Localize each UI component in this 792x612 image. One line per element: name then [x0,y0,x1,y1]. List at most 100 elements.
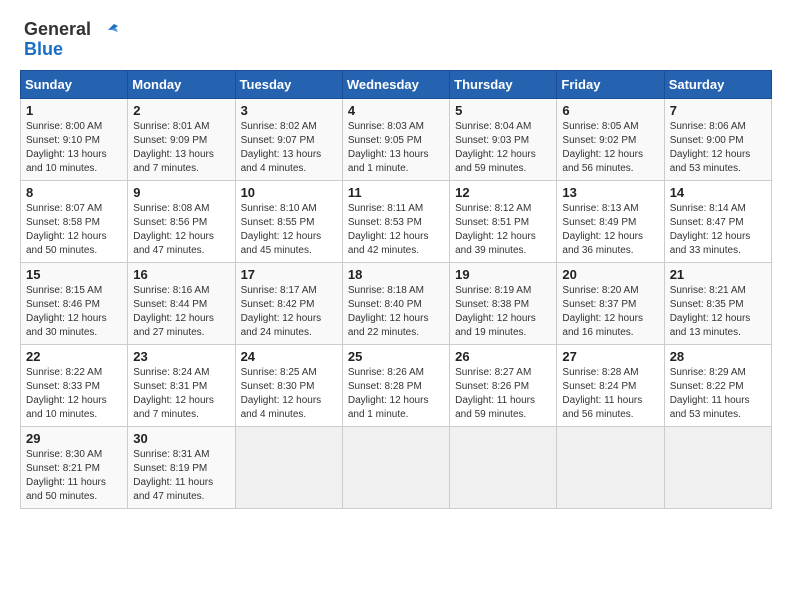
calendar-header-row: SundayMondayTuesdayWednesdayThursdayFrid… [21,70,772,98]
calendar-day-cell: 18 Sunrise: 8:18 AMSunset: 8:40 PMDayligh… [342,262,449,344]
header-tuesday: Tuesday [235,70,342,98]
calendar-day-cell: 11 Sunrise: 8:11 AMSunset: 8:53 PMDayligh… [342,180,449,262]
day-number: 9 [133,185,229,200]
day-number: 27 [562,349,658,364]
calendar-day-cell: 2 Sunrise: 8:01 AMSunset: 9:09 PMDaylight… [128,98,235,180]
header-friday: Friday [557,70,664,98]
day-info: Sunrise: 8:31 AMSunset: 8:19 PMDaylight:… [133,448,229,504]
calendar-day-cell: 17 Sunrise: 8:17 AMSunset: 8:42 PMDayligh… [235,262,342,344]
day-info: Sunrise: 8:24 AMSunset: 8:31 PMDaylight:… [133,366,229,422]
calendar-day-cell: 27 Sunrise: 8:28 AMSunset: 8:24 PMDayligh… [557,344,664,426]
calendar-week-row: 8 Sunrise: 8:07 AMSunset: 8:58 PMDaylight… [21,180,772,262]
day-number: 29 [26,431,122,446]
calendar-day-cell: 15 Sunrise: 8:15 AMSunset: 8:46 PMDayligh… [21,262,128,344]
logo-general: General [24,20,118,40]
day-info: Sunrise: 8:20 AMSunset: 8:37 PMDaylight:… [562,284,658,340]
header-thursday: Thursday [450,70,557,98]
day-info: Sunrise: 8:27 AMSunset: 8:26 PMDaylight:… [455,366,551,422]
header-sunday: Sunday [21,70,128,98]
day-number: 28 [670,349,766,364]
logo-blue: Blue [24,40,118,60]
calendar-day-cell: 25 Sunrise: 8:26 AMSunset: 8:28 PMDayligh… [342,344,449,426]
day-info: Sunrise: 8:18 AMSunset: 8:40 PMDaylight:… [348,284,444,340]
header-monday: Monday [128,70,235,98]
calendar-day-cell [557,426,664,508]
calendar-day-cell [342,426,449,508]
day-info: Sunrise: 8:19 AMSunset: 8:38 PMDaylight:… [455,284,551,340]
day-info: Sunrise: 8:00 AMSunset: 9:10 PMDaylight:… [26,120,122,176]
day-number: 16 [133,267,229,282]
day-info: Sunrise: 8:26 AMSunset: 8:28 PMDaylight:… [348,366,444,422]
day-number: 30 [133,431,229,446]
day-info: Sunrise: 8:08 AMSunset: 8:56 PMDaylight:… [133,202,229,258]
calendar-day-cell [450,426,557,508]
calendar-day-cell: 23 Sunrise: 8:24 AMSunset: 8:31 PMDayligh… [128,344,235,426]
day-number: 10 [241,185,337,200]
calendar-day-cell: 5Sunrise: 8:04 AMSunset: 9:03 PMDaylight… [450,98,557,180]
calendar-day-cell: 19 Sunrise: 8:19 AMSunset: 8:38 PMDayligh… [450,262,557,344]
calendar-day-cell: 16 Sunrise: 8:16 AMSunset: 8:44 PMDayligh… [128,262,235,344]
day-info: Sunrise: 8:29 AMSunset: 8:22 PMDaylight:… [670,366,766,422]
day-number: 14 [670,185,766,200]
calendar-day-cell: 30 Sunrise: 8:31 AMSunset: 8:19 PMDayligh… [128,426,235,508]
day-number: 15 [26,267,122,282]
calendar-day-cell: 24 Sunrise: 8:25 AMSunset: 8:30 PMDayligh… [235,344,342,426]
day-number: 20 [562,267,658,282]
calendar-day-cell: 28 Sunrise: 8:29 AMSunset: 8:22 PMDayligh… [664,344,771,426]
calendar-day-cell: 26Sunrise: 8:27 AMSunset: 8:26 PMDayligh… [450,344,557,426]
logo: General Blue General Blue [20,20,118,60]
calendar-day-cell [235,426,342,508]
calendar-day-cell: 22 Sunrise: 8:22 AMSunset: 8:33 PMDayligh… [21,344,128,426]
page-header: General Blue General Blue [20,20,772,60]
calendar-week-row: 15 Sunrise: 8:15 AMSunset: 8:46 PMDayligh… [21,262,772,344]
day-info: Sunrise: 8:21 AMSunset: 8:35 PMDaylight:… [670,284,766,340]
day-info: Sunrise: 8:07 AMSunset: 8:58 PMDaylight:… [26,202,122,258]
day-info: Sunrise: 8:03 AMSunset: 9:05 PMDaylight:… [348,120,444,176]
day-info: Sunrise: 8:17 AMSunset: 8:42 PMDaylight:… [241,284,337,340]
day-info: Sunrise: 8:10 AMSunset: 8:55 PMDaylight:… [241,202,337,258]
day-info: Sunrise: 8:30 AMSunset: 8:21 PMDaylight:… [26,448,122,504]
calendar-day-cell: 10 Sunrise: 8:10 AMSunset: 8:55 PMDayligh… [235,180,342,262]
day-info: Sunrise: 8:06 AMSunset: 9:00 PMDaylight:… [670,120,766,176]
day-info: Sunrise: 8:11 AMSunset: 8:53 PMDaylight:… [348,202,444,258]
day-info: Sunrise: 8:25 AMSunset: 8:30 PMDaylight:… [241,366,337,422]
day-info: Sunrise: 8:22 AMSunset: 8:33 PMDaylight:… [26,366,122,422]
calendar-day-cell: 4 Sunrise: 8:03 AMSunset: 9:05 PMDaylight… [342,98,449,180]
calendar-day-cell: 6 Sunrise: 8:05 AMSunset: 9:02 PMDaylight… [557,98,664,180]
calendar-body: 1 Sunrise: 8:00 AMSunset: 9:10 PMDaylight… [21,98,772,508]
day-number: 17 [241,267,337,282]
day-number: 25 [348,349,444,364]
day-number: 19 [455,267,551,282]
header-saturday: Saturday [664,70,771,98]
day-number: 2 [133,103,229,118]
day-info: Sunrise: 8:15 AMSunset: 8:46 PMDaylight:… [26,284,122,340]
day-number: 23 [133,349,229,364]
day-number: 6 [562,103,658,118]
day-number: 12 [455,185,551,200]
day-info: Sunrise: 8:02 AMSunset: 9:07 PMDaylight:… [241,120,337,176]
day-number: 22 [26,349,122,364]
calendar-day-cell: 14 Sunrise: 8:14 AMSunset: 8:47 PMDayligh… [664,180,771,262]
day-info: Sunrise: 8:05 AMSunset: 9:02 PMDaylight:… [562,120,658,176]
calendar-day-cell: 3Sunrise: 8:02 AMSunset: 9:07 PMDaylight… [235,98,342,180]
day-number: 11 [348,185,444,200]
day-number: 1 [26,103,122,118]
day-number: 5 [455,103,551,118]
header-wednesday: Wednesday [342,70,449,98]
day-number: 18 [348,267,444,282]
day-number: 4 [348,103,444,118]
day-info: Sunrise: 8:28 AMSunset: 8:24 PMDaylight:… [562,366,658,422]
calendar-day-cell: 13Sunrise: 8:13 AMSunset: 8:49 PMDayligh… [557,180,664,262]
day-number: 7 [670,103,766,118]
day-number: 8 [26,185,122,200]
calendar-day-cell [664,426,771,508]
day-info: Sunrise: 8:16 AMSunset: 8:44 PMDaylight:… [133,284,229,340]
calendar-day-cell: 20 Sunrise: 8:20 AMSunset: 8:37 PMDayligh… [557,262,664,344]
day-number: 24 [241,349,337,364]
calendar-day-cell: 12 Sunrise: 8:12 AMSunset: 8:51 PMDayligh… [450,180,557,262]
calendar-day-cell: 7 Sunrise: 8:06 AMSunset: 9:00 PMDaylight… [664,98,771,180]
day-info: Sunrise: 8:12 AMSunset: 8:51 PMDaylight:… [455,202,551,258]
day-info: Sunrise: 8:14 AMSunset: 8:47 PMDaylight:… [670,202,766,258]
logo-bird-icon [98,22,118,38]
day-info: Sunrise: 8:01 AMSunset: 9:09 PMDaylight:… [133,120,229,176]
